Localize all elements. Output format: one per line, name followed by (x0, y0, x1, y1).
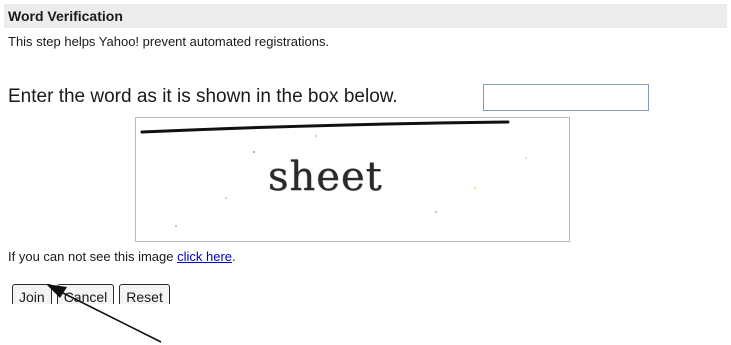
captcha-word: sheet (268, 154, 383, 200)
verification-prompt: Enter the word as it is shown in the box… (8, 86, 398, 107)
section-description: This step helps Yahoo! prevent automated… (8, 34, 330, 49)
word-verification-input[interactable] (483, 84, 649, 111)
join-button[interactable]: Join (12, 284, 52, 304)
section-title: Word Verification (8, 8, 123, 24)
fallback-suffix: . (232, 249, 236, 264)
section-header: Word Verification (4, 4, 727, 28)
captcha-image: sheet (135, 117, 570, 242)
cancel-button[interactable]: Cancel (56, 284, 115, 304)
reset-button[interactable]: Reset (119, 284, 170, 304)
click-here-link[interactable]: click here (177, 249, 232, 264)
image-fallback-text: If you can not see this image click here… (8, 249, 236, 264)
form-buttons: Join Cancel Reset (12, 284, 175, 304)
fallback-text: If you can not see this image (8, 249, 178, 264)
